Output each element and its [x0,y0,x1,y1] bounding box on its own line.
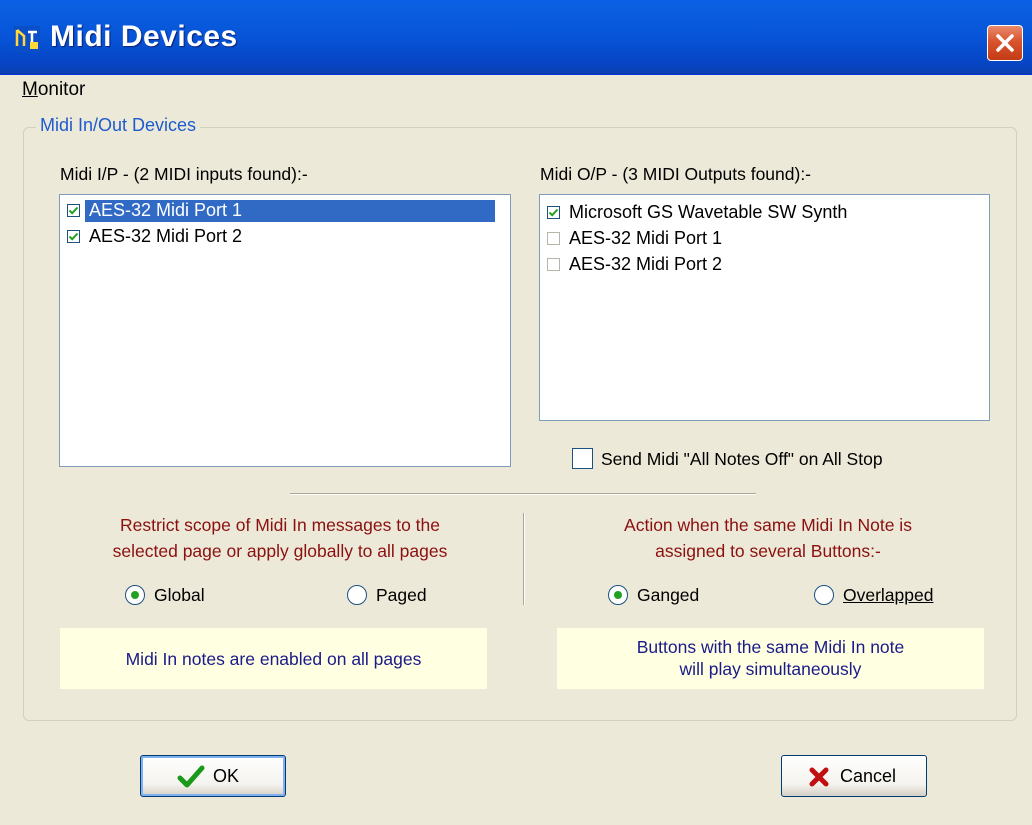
app-icon [14,26,40,52]
all-notes-off-label[interactable]: Send Midi "All Notes Off" on All Stop [601,449,883,470]
action-ganged-label[interactable]: Ganged [637,585,699,606]
action-description: Action when the same Midi In Note is ass… [548,512,988,564]
vertical-divider [523,513,525,605]
scope-paged-label[interactable]: Paged [376,585,427,606]
output-item-2[interactable]: AES-32 Midi Port 1 [545,227,984,251]
action-info-box: Buttons with the same Midi In note will … [557,628,984,689]
cancel-button-label: Cancel [840,766,897,786]
title-bar[interactable]: Midi Devices [0,0,1032,75]
checkmark-icon [68,232,79,241]
midi-outputs-list[interactable]: Microsoft GS Wavetable SW Synth AES-32 M… [539,194,990,421]
ok-button[interactable]: OK [140,755,286,797]
output-item-3[interactable]: AES-32 Midi Port 2 [545,253,984,277]
midi-inputs-list[interactable]: AES-32 Midi Port 1 AES-32 Midi Port 2 [59,194,511,467]
checkmark-icon [68,206,79,215]
menu-monitor-rest: onitor [37,79,86,100]
input-item-1[interactable]: AES-32 Midi Port 1 [65,199,505,223]
output-item-1-label: Microsoft GS Wavetable SW Synth [569,202,848,222]
close-icon [996,34,1014,52]
scope-info-text: Midi In notes are enabled on all pages [125,649,422,669]
input-item-1-label: AES-32 Midi Port 1 [89,200,243,220]
scope-info-box: Midi In notes are enabled on all pages [60,628,487,689]
checkmark-icon [548,208,559,217]
outputs-header: Midi O/P - (3 MIDI Outputs found):- [540,164,812,184]
radio-selected-dot [131,591,139,599]
close-button[interactable] [987,25,1023,61]
action-info-line1: Buttons with the same Midi In note [636,637,905,657]
output-item-1-checkbox[interactable] [547,206,560,219]
output-item-3-checkbox[interactable] [547,258,560,271]
action-overlapped-radio[interactable] [814,585,834,605]
horizontal-divider [290,493,756,495]
output-item-2-label: AES-32 Midi Port 1 [569,228,723,248]
scope-description: Restrict scope of Midi In messages to th… [60,512,500,564]
output-item-1[interactable]: Microsoft GS Wavetable SW Synth [545,201,984,225]
radio-selected-dot [614,591,622,599]
output-item-2-checkbox[interactable] [547,232,560,245]
scope-description-line1: Restrict scope of Midi In messages to th… [120,515,440,535]
menu-monitor-mnemonic: M [22,79,38,100]
checkmark-icon [177,765,205,788]
ok-button-label: OK [213,766,240,786]
input-item-1-checkbox[interactable] [67,204,80,217]
cancel-button[interactable]: Cancel [781,755,927,797]
scope-global-radio[interactable] [125,585,145,605]
scope-paged-radio[interactable] [347,585,367,605]
scope-global-label[interactable]: Global [154,585,205,606]
menu-bar: Monitor [0,75,1032,105]
input-item-2-label: AES-32 Midi Port 2 [89,226,243,246]
action-ganged-radio[interactable] [608,585,628,605]
cancel-x-icon [809,767,829,787]
input-item-2-checkbox[interactable] [67,230,80,243]
output-item-3-label: AES-32 Midi Port 2 [569,254,723,274]
menu-item-monitor[interactable]: Monitor [22,79,85,101]
input-item-2[interactable]: AES-32 Midi Port 2 [65,225,505,249]
input-item-1-highlight: AES-32 Midi Port 1 [85,200,495,222]
action-description-line2: assigned to several Buttons:- [655,541,881,561]
inputs-header: Midi I/P - (2 MIDI inputs found):- [60,164,308,184]
group-title: Midi In/Out Devices [36,115,201,136]
action-info-line2: will play simultaneously [679,659,862,679]
all-notes-off-checkbox[interactable] [572,448,593,469]
window-title: Midi Devices [50,20,238,53]
action-description-line1: Action when the same Midi In Note is [624,515,912,535]
scope-description-line2: selected page or apply globally to all p… [112,541,448,561]
action-overlapped-label[interactable]: Overlapped [843,585,933,606]
